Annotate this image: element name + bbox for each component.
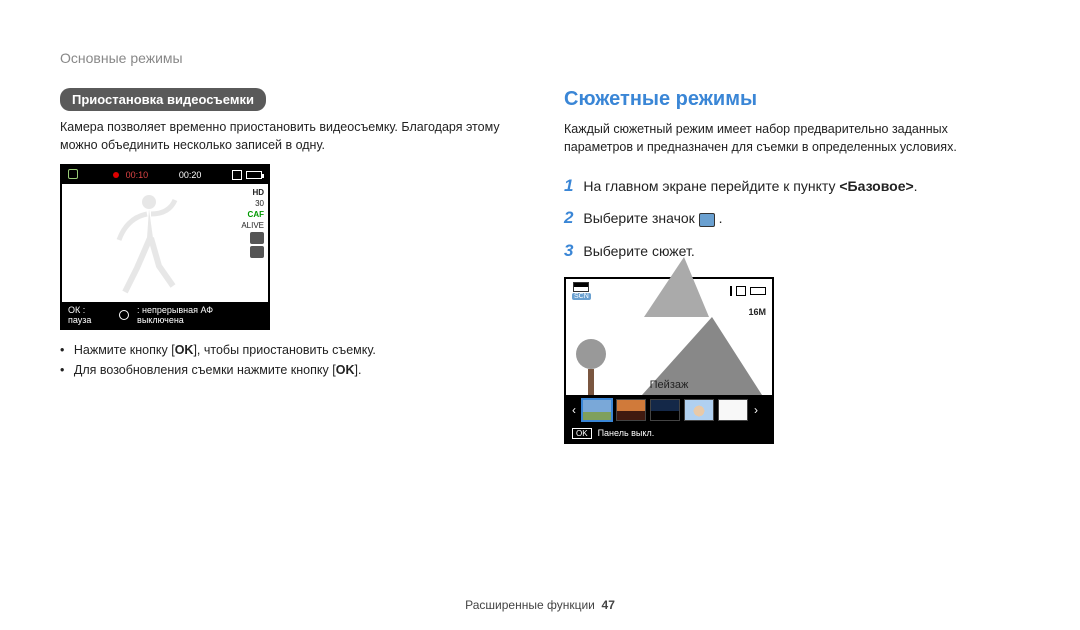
battery-icon bbox=[246, 171, 262, 179]
fps-badge: 30 bbox=[255, 199, 264, 208]
flower-icon bbox=[119, 310, 129, 320]
scene-status-bar: OK Панель выкл. bbox=[566, 425, 772, 442]
scene-thumb-text[interactable] bbox=[718, 399, 748, 421]
scn-label: SCN bbox=[572, 293, 591, 300]
left-column: Приостановка видеосъемки Камера позволяе… bbox=[60, 88, 516, 444]
alive-badge: ALIVE bbox=[241, 221, 264, 230]
bullet-1-text-end: ], чтобы приостановить съемку. bbox=[193, 343, 375, 357]
video-top-bar: 00:10 00:20 bbox=[62, 166, 268, 184]
page-footer: Расширенные функции 47 bbox=[0, 598, 1080, 612]
card-icon bbox=[232, 170, 242, 180]
bullet-2-text: Для возобновления съемки нажмите кнопку … bbox=[74, 363, 336, 377]
scene-preview: 16M Пейзаж bbox=[566, 303, 772, 395]
left-bullets: Нажмите кнопку [OK], чтобы приостановить… bbox=[60, 340, 516, 380]
step-2-end: . bbox=[719, 210, 723, 226]
step-2: 2 Выберите значок . bbox=[564, 202, 1020, 234]
video-preview: HD 30 CAF ALIVE bbox=[62, 184, 268, 302]
page-header: Основные режимы bbox=[60, 50, 1020, 66]
scene-thumb-sunset[interactable] bbox=[616, 399, 646, 421]
scn-mode-tag: SCN bbox=[572, 282, 591, 300]
time-remaining: 00:20 bbox=[179, 170, 202, 180]
flash-setting-icon bbox=[250, 232, 264, 244]
step-number: 2 bbox=[564, 208, 573, 227]
status-ok-text: ОК : пауза bbox=[68, 305, 111, 325]
step-1-text: На главном экране перейдите к пункту bbox=[583, 178, 839, 194]
step-1-end: . bbox=[914, 178, 918, 194]
footer-label: Расширенные функции bbox=[465, 598, 595, 612]
bullet-1-text: Нажмите кнопку [ bbox=[74, 343, 175, 357]
step-number: 3 bbox=[564, 241, 573, 260]
time-elapsed: 00:10 bbox=[126, 170, 149, 180]
scene-thumb-portrait[interactable] bbox=[684, 399, 714, 421]
scn-icon bbox=[699, 213, 715, 227]
section-title: Сюжетные режимы bbox=[564, 88, 1020, 111]
video-status-bar: ОК : пауза : непрерывная АФ выключена bbox=[62, 302, 268, 328]
scene-name-label: Пейзаж bbox=[650, 379, 689, 391]
section-title-pill: Приостановка видеосъемки bbox=[60, 88, 266, 111]
record-dot-icon bbox=[113, 172, 119, 178]
scene-thumbnail-strip: ‹ › bbox=[566, 395, 772, 425]
right-column: Сюжетные режимы Каждый сюжетный режим им… bbox=[564, 88, 1020, 444]
play-mode-icon bbox=[68, 169, 82, 181]
right-paragraph: Каждый сюжетный режим имеет набор предва… bbox=[564, 121, 1020, 156]
scene-screen: SCN 16M Пейзаж bbox=[564, 277, 774, 444]
left-paragraph: Камера позволяет временно приостановить … bbox=[60, 119, 516, 154]
video-screen: 00:10 00:20 bbox=[60, 164, 270, 330]
step-3: 3 Выберите сюжет. bbox=[564, 235, 1020, 267]
battery-icon bbox=[750, 287, 766, 295]
ok-label: OK bbox=[336, 363, 355, 377]
status-af-text: : непрерывная АФ выключена bbox=[137, 305, 262, 325]
card-icon bbox=[736, 286, 746, 296]
bullet-2: Для возобновления съемки нажмите кнопку … bbox=[60, 360, 516, 380]
resolution-badge: 16M bbox=[748, 307, 766, 317]
tree-illustration bbox=[576, 339, 606, 395]
step-1-bold: <Базовое> bbox=[839, 178, 913, 194]
hd-badge: HD bbox=[252, 188, 264, 197]
storage-bar-icon bbox=[730, 286, 732, 296]
footer-page-number: 47 bbox=[602, 598, 615, 612]
chevron-right-icon[interactable]: › bbox=[752, 403, 760, 417]
chevron-left-icon[interactable]: ‹ bbox=[570, 403, 578, 417]
step-1: 1 На главном экране перейдите к пункту <… bbox=[564, 170, 1020, 202]
mic-setting-icon bbox=[250, 246, 264, 258]
scene-thumb-landscape[interactable] bbox=[582, 399, 612, 421]
ok-label: OK bbox=[175, 343, 194, 357]
panel-off-text: Панель выкл. bbox=[598, 428, 655, 438]
caf-badge: CAF bbox=[248, 210, 264, 219]
ok-button-hint: OK bbox=[572, 428, 592, 439]
step-number: 1 bbox=[564, 176, 573, 195]
bullet-2-text-end: ]. bbox=[354, 363, 361, 377]
step-2-text: Выберите значок bbox=[583, 210, 698, 226]
clapper-icon bbox=[573, 282, 589, 292]
scene-thumb-night[interactable] bbox=[650, 399, 680, 421]
bullet-1: Нажмите кнопку [OK], чтобы приостановить… bbox=[60, 340, 516, 360]
dancer-silhouette-icon bbox=[107, 190, 187, 300]
